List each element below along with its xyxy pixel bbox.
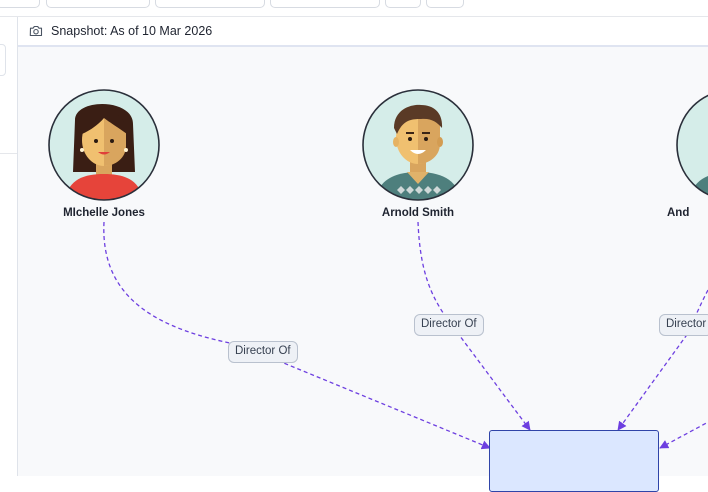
person-name: MIchelle Jones [63,207,145,219]
woman-avatar-icon [48,89,160,201]
man-avatar-icon [676,94,708,200]
person-node-third[interactable]: And [662,48,708,228]
edge-label[interactable]: Director Of [228,341,298,363]
person-name: Arnold Smith [381,207,455,219]
man-avatar-icon [362,89,474,201]
edge-label[interactable]: Director [659,314,708,336]
person-node-arnold[interactable]: Arnold Smith [348,48,488,228]
person-name: And [667,207,690,219]
edge-label[interactable]: Director Of [414,314,484,336]
person-node-michelle[interactable]: MIchelle Jones [34,48,174,228]
edge-third-to-company[interactable] [617,289,708,431]
edge-offscreen-to-company[interactable] [659,420,708,449]
company-node[interactable] [489,430,659,492]
